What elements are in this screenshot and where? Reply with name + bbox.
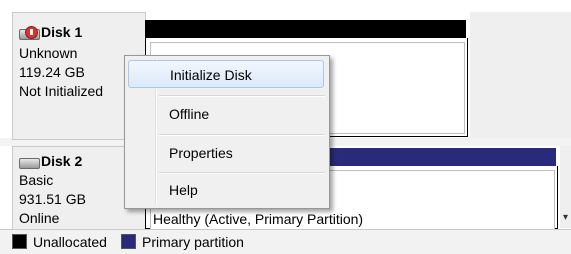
disk2-status: Online [19, 210, 60, 226]
legend-primary-label: Primary partition [142, 234, 244, 250]
menu-separator [159, 172, 325, 174]
legend-unallocated: Unallocated [12, 234, 107, 250]
legend-unallocated-label: Unallocated [33, 234, 107, 250]
menu-item-initialize-disk[interactable]: Initialize Disk [128, 60, 324, 88]
disk2-partition-status: Healthy (Active, Primary Partition) [153, 211, 364, 227]
disk1-background [470, 12, 571, 138]
menu-separator [159, 134, 325, 136]
menu-separator [159, 95, 325, 97]
disk1-size: 119.24 GB [19, 64, 85, 80]
disk2-type: Basic [19, 172, 54, 188]
legend-primary: Primary partition [121, 234, 244, 250]
legend: Unallocated Primary partition [0, 229, 571, 254]
disk1-unallocated-bar [145, 20, 466, 38]
menu-item-offline[interactable]: Offline [128, 100, 324, 128]
menu-item-properties[interactable]: Properties [128, 139, 324, 167]
disk-management-view: Disk 1 Unknown 119.24 GB Not Initialized… [0, 0, 571, 254]
disk2-size: 931.51 GB [19, 191, 86, 207]
primary-partition-swatch [121, 234, 136, 249]
context-menu: Initialize Disk Offline Properties Help [124, 55, 330, 209]
disk-icon [19, 155, 40, 170]
menu-item-help[interactable]: Help [128, 176, 324, 204]
disk-warning-icon [19, 26, 40, 41]
disk1-type: Unknown [19, 45, 78, 61]
disk2-name: Disk 2 [41, 153, 83, 169]
disk1-name: Disk 1 [41, 24, 83, 40]
unallocated-swatch [12, 234, 27, 249]
disk1-status: Not Initialized [19, 83, 104, 99]
scroll-arrow-icon[interactable]: ▾ [563, 212, 568, 223]
